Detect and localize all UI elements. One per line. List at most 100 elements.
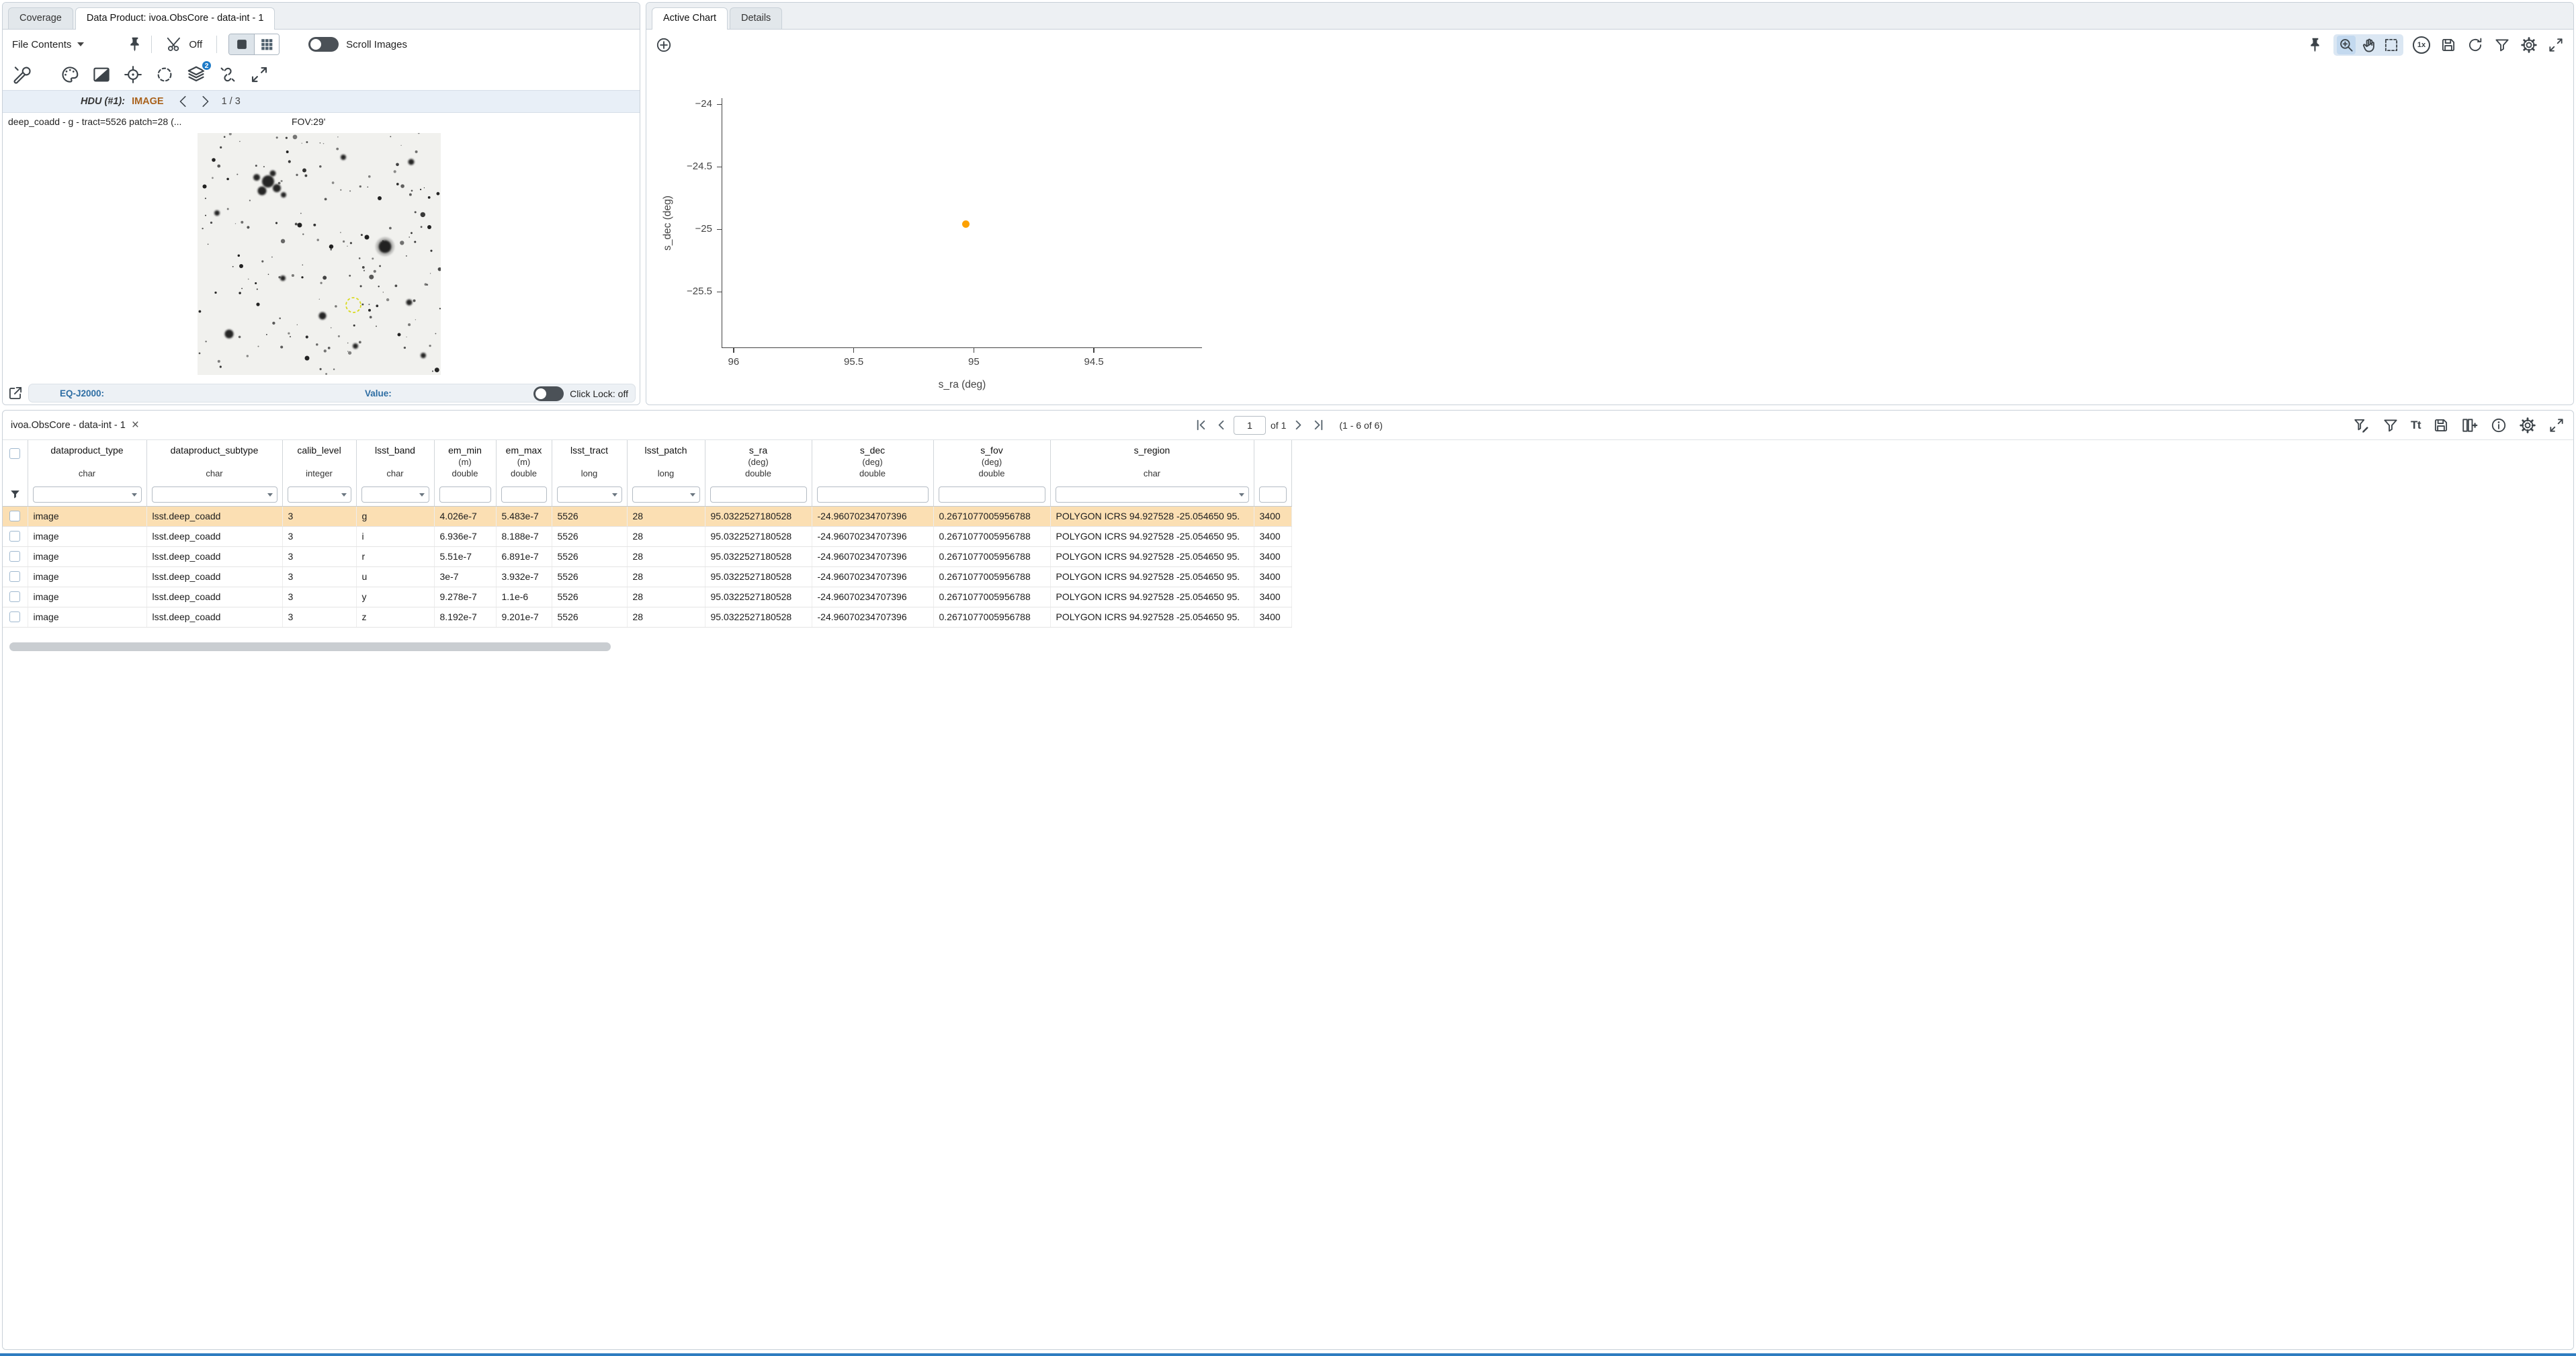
tab-details[interactable]: Details [730,7,782,29]
column-filter-select[interactable] [361,486,429,503]
column-filter-select[interactable] [33,486,142,503]
tab-active-chart[interactable]: Active Chart [652,7,728,30]
last-page-button[interactable] [1311,417,1326,433]
filter-table-button[interactable] [2382,417,2399,434]
file-contents-dropdown[interactable]: File Contents [12,39,84,50]
table-cell: 3400 [1254,506,1291,526]
column-header[interactable]: s_region char [1050,440,1254,483]
column-header[interactable]: dataproduct_subtype char [146,440,282,483]
row-checkbox[interactable] [9,611,20,622]
row-checkbox[interactable] [9,531,20,542]
gear-icon [2519,417,2536,434]
column-filter-input[interactable] [710,486,807,503]
x-tick-label: 94.5 [1084,356,1104,368]
text-view-button[interactable]: Tt [2411,419,2421,432]
select-mode-button[interactable] [2382,36,2400,54]
table-row[interactable]: imagelsst.deep_coadd3y9.278e-71.1e-65526… [3,587,1291,607]
tab-coverage[interactable]: Coverage [8,7,73,29]
column-name: lsst_tract [552,445,627,456]
fits-image[interactable] [198,133,441,375]
column-header[interactable]: dataproduct_type char [28,440,146,483]
pin-button[interactable] [126,36,144,53]
grid-view-button[interactable] [254,34,279,54]
next-page-button[interactable] [1291,417,1306,433]
first-page-button[interactable] [1193,417,1209,433]
cutout-button[interactable]: Off [166,36,202,53]
column-header[interactable]: lsst_patch long [627,440,705,483]
popout-button[interactable] [7,384,24,402]
filter-chart-button[interactable] [2493,36,2511,54]
scroll-images-toggle[interactable] [308,37,339,52]
column-header[interactable]: calib_level integer [282,440,356,483]
column-header[interactable]: s_fov(deg)double [933,440,1050,483]
pin-chart-button[interactable] [2307,36,2324,54]
table-cell: POLYGON ICRS 94.927528 -25.054650 95. [1050,546,1254,566]
zoom-mode-button[interactable] [2337,36,2356,54]
column-filter-select[interactable] [1056,486,1249,503]
expand-table-button[interactable] [2548,417,2565,434]
unlink-button[interactable] [218,65,238,85]
column-filter-input[interactable] [817,486,929,503]
expand-chart-button[interactable] [2547,36,2565,54]
column-name: s_fov [934,445,1050,456]
recenter-button[interactable] [123,65,143,85]
table-settings-button[interactable] [2519,417,2536,434]
tab-data-product[interactable]: Data Product: ivoa.ObsCore - data-int - … [75,7,275,30]
table-info-button[interactable] [2490,417,2507,434]
table-row[interactable]: imagelsst.deep_coadd3g4.026e-75.483e-755… [3,506,1291,526]
column-filter-select[interactable] [557,486,622,503]
column-filter-input[interactable] [439,486,491,503]
save-table-button[interactable] [2432,417,2450,434]
table-row[interactable]: imagelsst.deep_coadd3z8.192e-79.201e-755… [3,607,1291,627]
circle-select-button[interactable] [155,65,175,85]
chart-settings-button[interactable] [2520,36,2538,54]
prev-page-button[interactable] [1213,417,1229,433]
horizontal-scrollbar[interactable] [9,642,611,651]
row-checkbox[interactable] [9,591,20,602]
row-checkbox[interactable] [9,551,20,562]
table-row[interactable]: imagelsst.deep_coadd3r5.51e-76.891e-7552… [3,546,1291,566]
layers-button[interactable]: 2 [186,65,206,85]
image-viewport[interactable]: deep_coadd - g - tract=5526 patch=28 (..… [3,113,640,382]
pan-mode-button[interactable] [2360,36,2378,54]
column-header[interactable]: em_max(m)double [496,440,552,483]
zoom-original-button[interactable]: 1x [2413,36,2430,54]
prev-hdu-button[interactable] [176,94,191,109]
column-header[interactable]: lsst_band char [356,440,434,483]
column-header[interactable]: lsst_tract long [552,440,627,483]
stretch-button[interactable] [91,65,112,85]
row-checkbox[interactable] [9,571,20,582]
chart-tools-right: 1x [2307,34,2565,56]
select-all-checkbox[interactable] [9,448,20,459]
advanced-filter-button[interactable] [2353,417,2370,434]
column-filter-input[interactable] [939,486,1045,503]
table-panel: ivoa.ObsCore - data-int - 1 × of 1 (1 - … [2,410,2574,1350]
tools-button[interactable] [11,65,31,85]
column-header[interactable]: em_min(m)double [434,440,496,483]
column-filter-select[interactable] [152,486,277,503]
column-header[interactable]: s_dec(deg)double [812,440,933,483]
next-hdu-button[interactable] [198,94,212,109]
column-header[interactable]: s_ra(deg)double [705,440,812,483]
scatter-chart[interactable]: s_dec (deg) s_ra (deg) 9695.59594.5−24−2… [646,60,2573,405]
expand-button[interactable] [249,65,269,85]
add-column-button[interactable] [2461,417,2479,434]
column-filter-input[interactable] [1259,486,1287,503]
table-row[interactable]: imagelsst.deep_coadd3u3e-73.932e-7552628… [3,566,1291,587]
column-header[interactable] [1254,440,1291,483]
table-cell: 95.0322527180528 [705,566,812,587]
page-input[interactable] [1234,416,1266,435]
single-view-button[interactable] [229,34,254,54]
row-checkbox[interactable] [9,511,20,521]
restore-chart-button[interactable] [2466,36,2484,54]
column-filter-input[interactable] [501,486,547,503]
column-filter-select[interactable] [288,486,351,503]
close-table-button[interactable]: × [132,419,139,431]
add-chart-button[interactable] [655,36,673,54]
column-filter-select[interactable] [632,486,700,503]
filter-funnel-icon[interactable] [9,488,22,501]
save-chart-button[interactable] [2440,36,2457,54]
table-row[interactable]: imagelsst.deep_coadd3i6.936e-78.188e-755… [3,526,1291,546]
click-lock-toggle[interactable] [533,386,564,401]
color-palette-button[interactable] [60,65,80,85]
